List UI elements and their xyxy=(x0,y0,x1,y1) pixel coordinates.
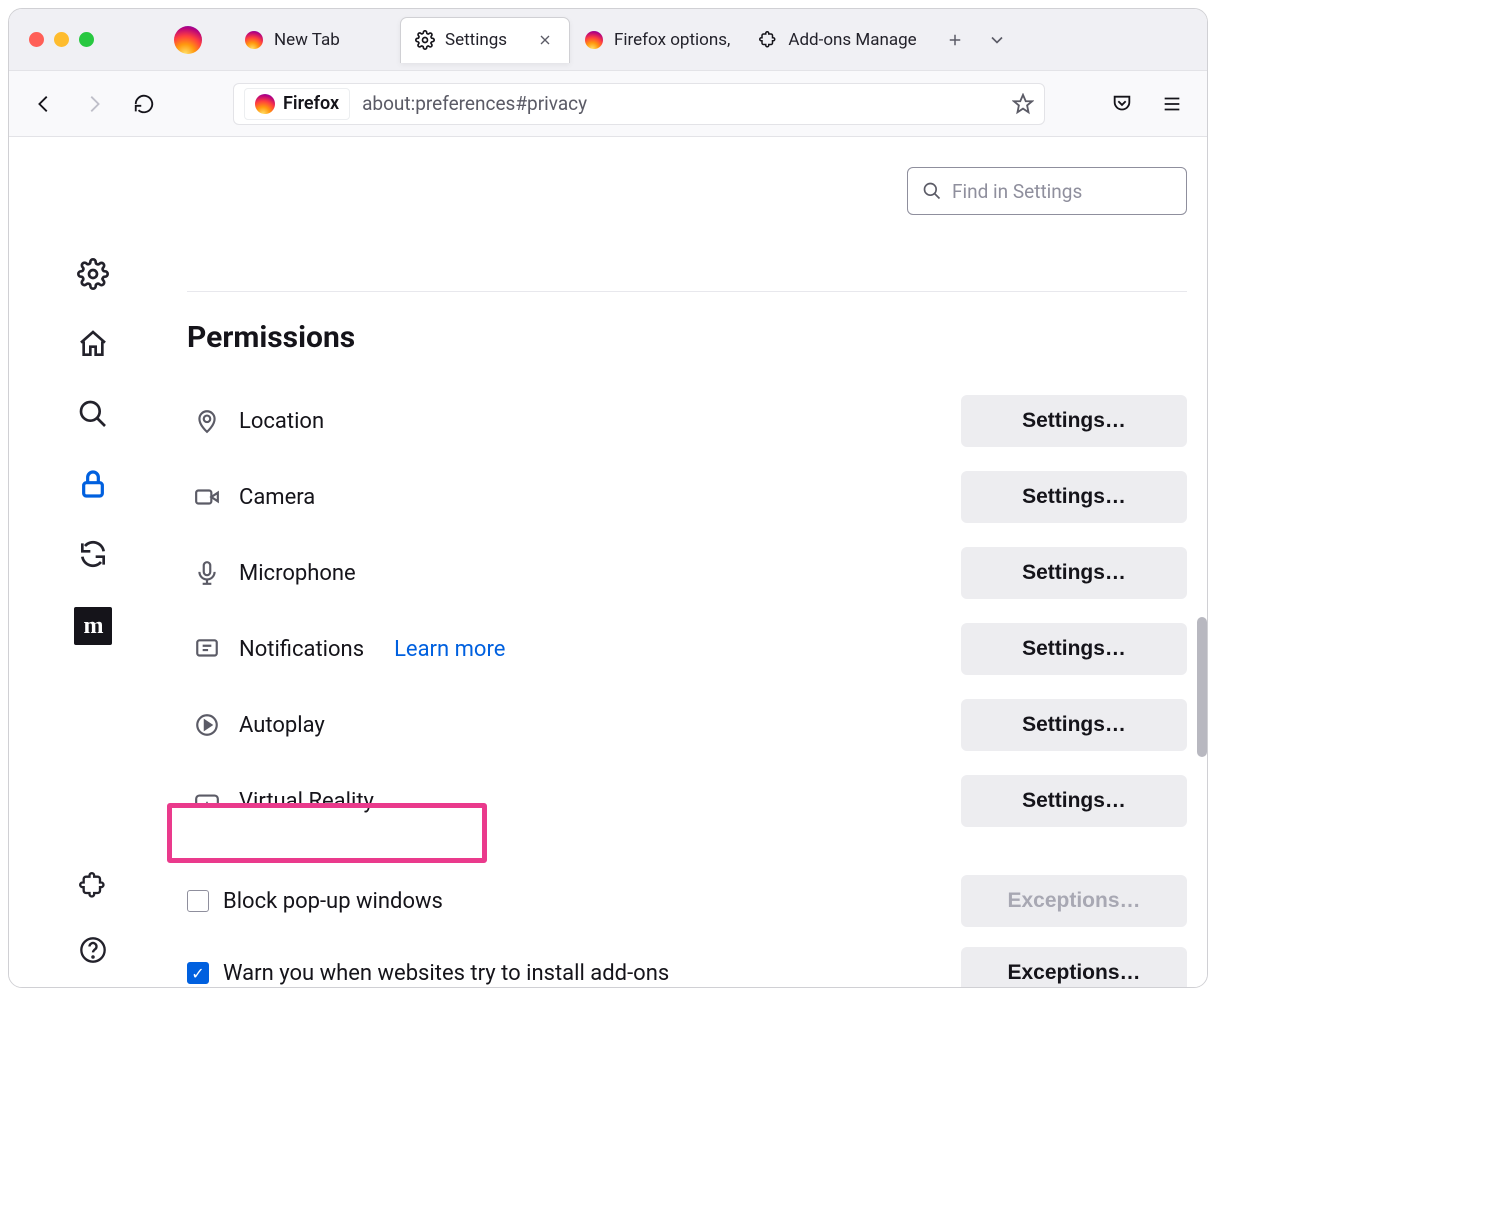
find-in-settings-input[interactable]: Find in Settings xyxy=(907,167,1187,215)
camera-icon xyxy=(193,484,221,510)
autoplay-icon xyxy=(193,712,221,738)
settings-main: Find in Settings Permissions Location Se… xyxy=(177,137,1207,987)
autoplay-settings-button[interactable]: Settings… xyxy=(961,699,1187,751)
microphone-settings-button[interactable]: Settings… xyxy=(961,547,1187,599)
permission-notifications-row: Notifications Learn more Settings… xyxy=(187,611,1187,687)
close-window-button[interactable] xyxy=(29,32,44,47)
permission-label: Notifications xyxy=(239,637,364,662)
category-privacy-icon[interactable] xyxy=(76,467,110,501)
minimize-window-button[interactable] xyxy=(54,32,69,47)
url-bar[interactable]: Firefox about:preferences#privacy xyxy=(233,83,1045,125)
block-popups-label: Block pop-up windows xyxy=(223,889,443,914)
identity-label: Firefox xyxy=(283,93,339,114)
traffic-lights xyxy=(9,32,134,47)
tab-label: Settings xyxy=(445,30,527,50)
search-icon xyxy=(922,181,942,201)
location-settings-button[interactable]: Settings… xyxy=(961,395,1187,447)
permission-label: Autoplay xyxy=(239,713,325,738)
location-icon xyxy=(193,408,221,434)
category-sync-icon[interactable] xyxy=(76,537,110,571)
category-general-icon[interactable] xyxy=(76,257,110,291)
permission-label: Camera xyxy=(239,485,315,510)
sidebar-help-icon[interactable] xyxy=(76,933,110,967)
save-to-pocket-button[interactable] xyxy=(1105,87,1139,121)
warn-addons-row: ✓ Warn you when websites try to install … xyxy=(187,937,1187,987)
vr-settings-button[interactable]: Settings… xyxy=(961,775,1187,827)
tab-addons-manager[interactable]: Add-ons Manage xyxy=(744,17,930,63)
block-popups-checkbox[interactable] xyxy=(187,890,209,912)
notifications-settings-button[interactable]: Settings… xyxy=(961,623,1187,675)
tab-settings[interactable]: Settings xyxy=(400,17,570,63)
forward-button[interactable] xyxy=(77,87,111,121)
warn-addons-checkbox[interactable]: ✓ xyxy=(187,962,209,984)
settings-content: m Find in Settings Permissions xyxy=(9,137,1207,987)
category-more-from-mozilla-icon[interactable]: m xyxy=(74,607,112,645)
tab-strip: New Tab Settings Firefox options, xyxy=(230,9,1207,70)
microphone-icon xyxy=(193,560,221,586)
block-popups-exceptions-button[interactable]: Exceptions… xyxy=(961,875,1187,927)
tab-label: Add-ons Manage xyxy=(788,30,916,50)
permission-label: Virtual Reality xyxy=(239,789,374,814)
maximize-window-button[interactable] xyxy=(79,32,94,47)
app-menu-button[interactable] xyxy=(1155,87,1189,121)
url-text: about:preferences#privacy xyxy=(362,92,1000,115)
category-search-icon[interactable] xyxy=(76,397,110,431)
permission-label: Location xyxy=(239,409,324,434)
close-tab-button[interactable] xyxy=(537,32,555,48)
tab-new-tab[interactable]: New Tab xyxy=(230,17,400,63)
tab-label: New Tab xyxy=(274,30,386,50)
permission-autoplay-row: Autoplay Settings… xyxy=(187,687,1187,763)
permission-label: Microphone xyxy=(239,561,356,586)
block-popups-row: Block pop-up windows Exceptions… xyxy=(187,865,1187,937)
extension-icon xyxy=(758,30,778,50)
firefox-icon xyxy=(174,26,202,54)
warn-addons-label: Warn you when websites try to install ad… xyxy=(223,961,669,986)
permission-vr-row: Virtual Reality Settings… xyxy=(187,763,1187,839)
permission-camera-row: Camera Settings… xyxy=(187,459,1187,535)
firefox-icon xyxy=(255,94,275,114)
browser-window: New Tab Settings Firefox options, xyxy=(8,8,1208,988)
title-bar: New Tab Settings Firefox options, xyxy=(9,9,1207,71)
scrollbar-thumb[interactable] xyxy=(1197,617,1207,757)
permissions-heading: Permissions xyxy=(187,320,1187,355)
search-placeholder: Find in Settings xyxy=(952,180,1082,203)
gear-icon xyxy=(415,30,435,50)
site-identity[interactable]: Firefox xyxy=(244,88,350,120)
notifications-learn-more-link[interactable]: Learn more xyxy=(394,637,505,662)
new-tab-button[interactable] xyxy=(937,22,973,58)
list-all-tabs-button[interactable] xyxy=(979,22,1015,58)
back-button[interactable] xyxy=(27,87,61,121)
settings-sidebar: m xyxy=(9,137,177,987)
firefox-icon xyxy=(584,30,604,50)
reload-button[interactable] xyxy=(127,87,161,121)
warn-addons-exceptions-button[interactable]: Exceptions… xyxy=(961,947,1187,987)
section-divider xyxy=(187,291,1187,292)
sidebar-extensions-icon[interactable] xyxy=(76,869,110,903)
camera-settings-button[interactable]: Settings… xyxy=(961,471,1187,523)
permission-location-row: Location Settings… xyxy=(187,383,1187,459)
tab-firefox-options[interactable]: Firefox options, xyxy=(570,17,744,63)
tab-label: Firefox options, xyxy=(614,30,730,50)
nav-toolbar: Firefox about:preferences#privacy xyxy=(9,71,1207,137)
notifications-icon xyxy=(193,636,221,662)
permission-microphone-row: Microphone Settings… xyxy=(187,535,1187,611)
bookmark-star-button[interactable] xyxy=(1012,93,1034,115)
category-home-icon[interactable] xyxy=(76,327,110,361)
vr-icon xyxy=(193,788,221,814)
firefox-icon xyxy=(244,30,264,50)
